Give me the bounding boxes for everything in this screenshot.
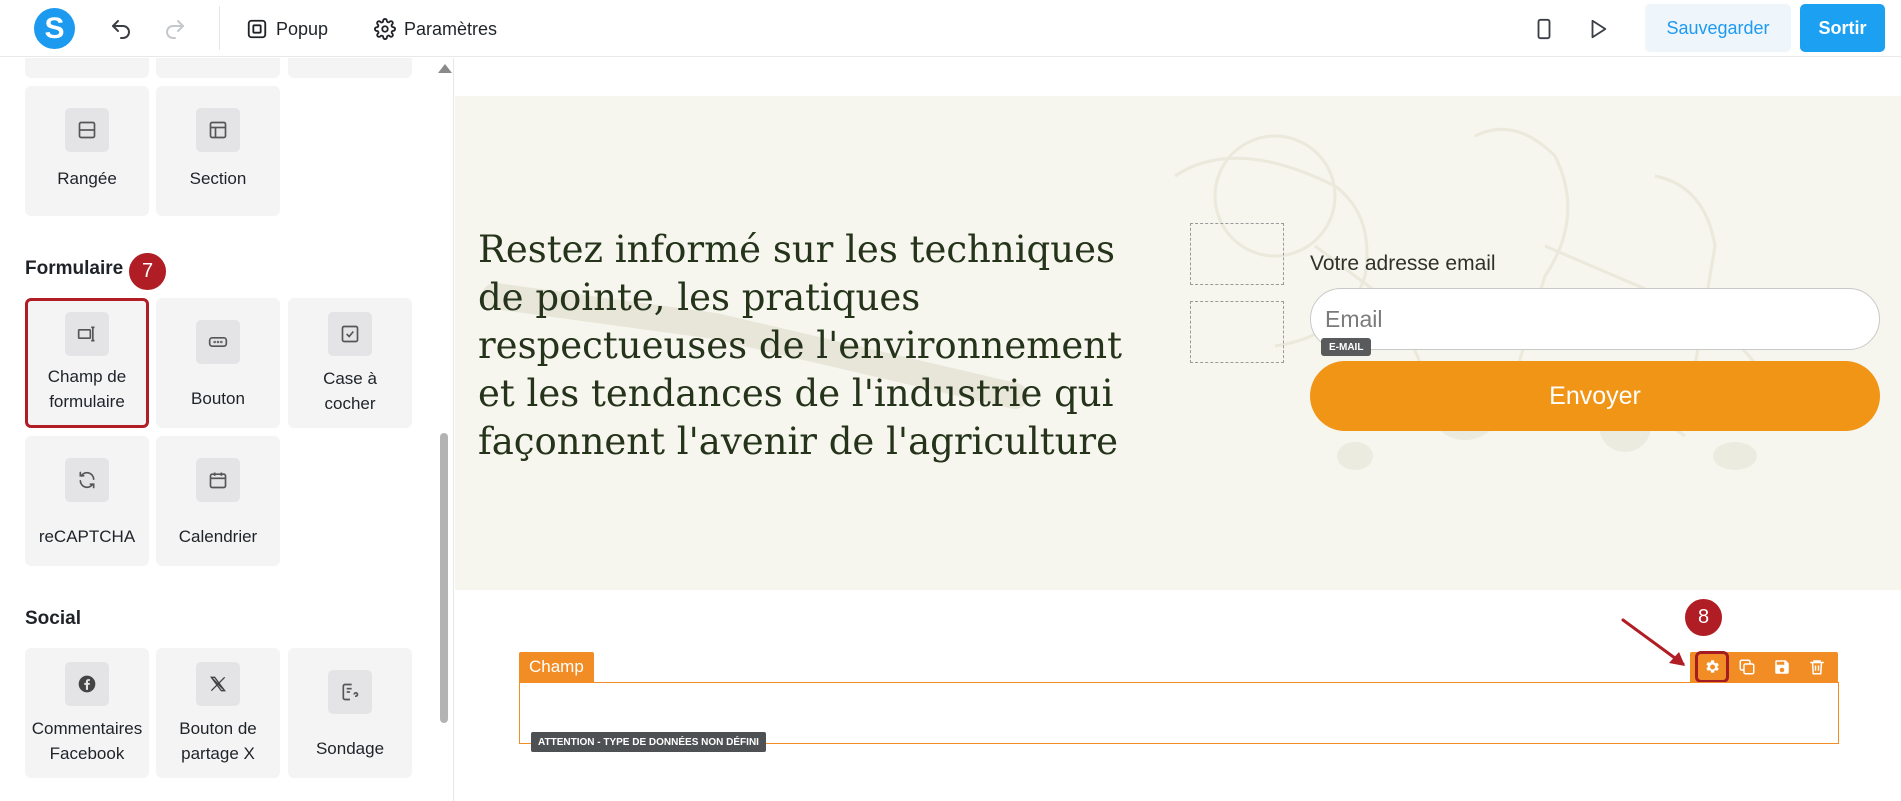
send-button[interactable]: Envoyer [1310,361,1880,431]
app-logo[interactable]: S [34,8,75,49]
toolbar-divider [219,6,220,50]
email-input[interactable]: Email [1310,288,1880,350]
section-title-form: Formulaire [25,258,124,279]
tile-label: Case à cocher [323,369,377,413]
tile-label: Champ de formulaire [47,367,127,411]
button-icon [196,320,240,364]
x-icon [196,662,240,706]
field-settings-button[interactable] [1694,651,1729,683]
popup-icon [247,19,267,39]
gear-icon [1705,660,1719,673]
email-type-tag: E-MAIL [1321,338,1372,356]
save-icon [1774,660,1789,674]
newsletter-section[interactable]: Restez informé sur les techniques de poi… [455,96,1901,590]
placeholder-box[interactable] [1190,301,1284,363]
copy-icon [1739,659,1754,675]
step-badge: 7 [127,251,168,292]
data-type-warning-tag: ATTENTION - TYPE DE DONNÉES NON DÉFINI [531,732,766,752]
element-tile-facebook-comments[interactable]: Commentaires Facebook [25,648,149,778]
section-icon [196,108,240,152]
redo-icon[interactable] [162,16,188,42]
top-bar: S Popup Paramètres Sauvegarder Sortir [0,0,1901,57]
mobile-preview-icon[interactable] [1531,16,1557,42]
delete-button[interactable] [1803,654,1831,680]
step-badge: 8 [1683,597,1724,638]
popup-menu-button[interactable]: Popup [246,14,328,44]
checkbox-icon [328,312,372,356]
element-tile-section[interactable]: Section [156,86,280,216]
element-tile-checkbox[interactable]: Case à cocher [288,298,412,428]
calendar-icon [196,458,240,502]
save-element-button[interactable] [1768,654,1796,680]
exit-button[interactable]: Sortir [1800,4,1885,52]
newsletter-headline: Restez informé sur les techniques de poi… [478,228,1122,463]
duplicate-button[interactable] [1733,654,1761,680]
section-title-social: Social [25,608,81,629]
element-tile-partial[interactable] [156,58,280,78]
scrollbar-thumb[interactable] [440,433,448,723]
email-label: Votre adresse email [1310,252,1496,275]
popup-label: Popup [276,18,329,39]
element-tile-row[interactable]: Rangée [25,86,149,216]
gear-icon [374,18,396,40]
facebook-icon [65,662,109,706]
form-field-icon [65,312,109,356]
tile-label: Bouton [191,389,245,408]
tile-label: Commentaires Facebook [31,719,143,763]
recaptcha-icon [65,458,109,502]
element-tile-calendar[interactable]: Calendrier [156,436,280,566]
scroll-up-arrow[interactable] [438,64,452,73]
row-icon [65,108,109,152]
element-tile-button[interactable]: Bouton [156,298,280,428]
tile-label: reCAPTCHA [38,527,136,546]
settings-menu-button[interactable]: Paramètres [374,14,497,44]
undo-icon[interactable] [108,16,134,42]
survey-icon [328,670,372,714]
play-preview-icon[interactable] [1585,16,1611,42]
element-tile-x-share[interactable]: Bouton de partage X [156,648,280,778]
elements-panel: Rangée Section Formulaire Champ de formu… [0,58,454,801]
tile-label: Sondage [315,739,385,758]
field-element-tab[interactable]: Champ [519,652,594,682]
tile-label: Bouton de partage X [179,719,257,763]
tile-label: Calendrier [178,527,258,546]
placeholder-box[interactable] [1190,223,1284,285]
element-tile-partial[interactable] [25,58,149,78]
save-button[interactable]: Sauvegarder [1645,4,1791,52]
settings-label: Paramètres [404,18,498,39]
tile-label: Rangée [57,169,117,188]
element-tile-partial[interactable] [288,58,412,78]
element-tile-form-field[interactable]: Champ de formulaire [25,298,149,428]
field-toolbar [1690,651,1838,683]
tile-label: Section [189,169,247,188]
trash-icon [1809,660,1824,675]
element-tile-survey[interactable]: Sondage [288,648,412,778]
element-tile-recaptcha[interactable]: reCAPTCHA [25,436,149,566]
